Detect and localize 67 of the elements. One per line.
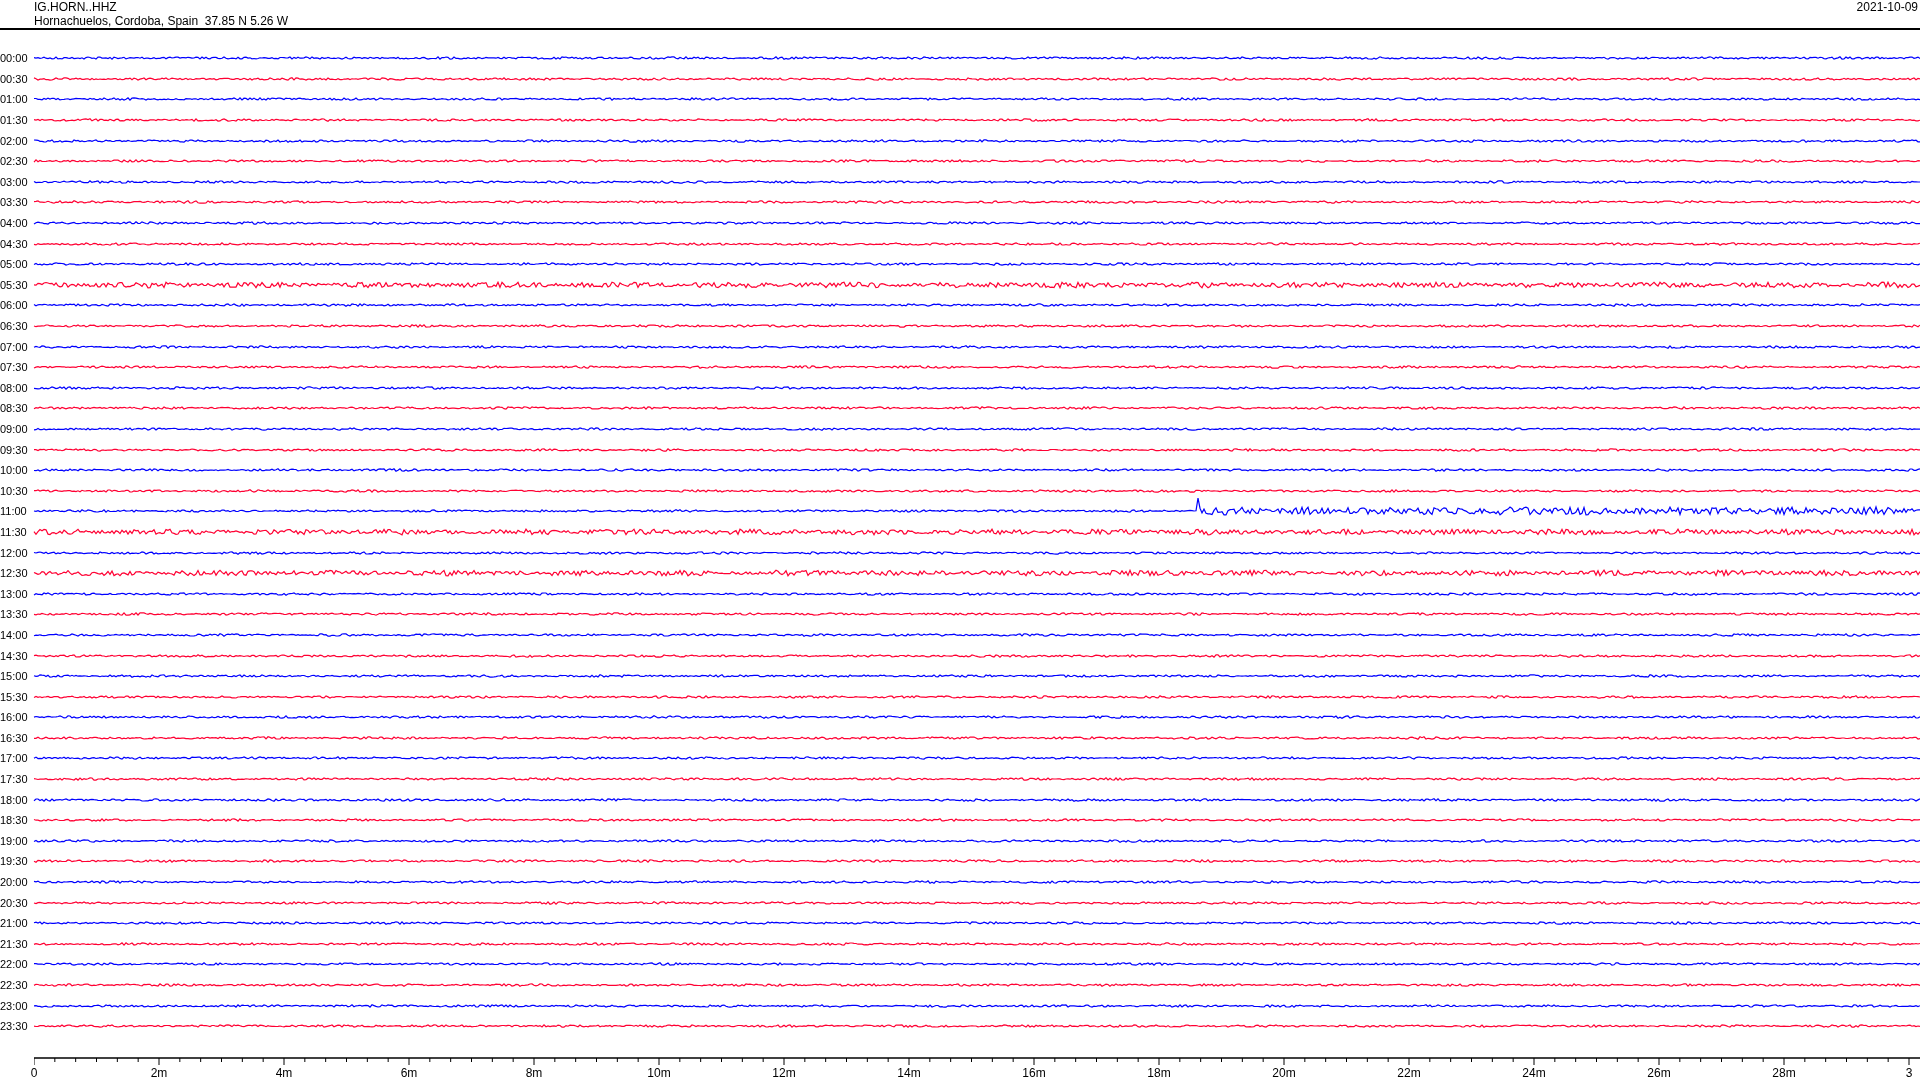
- time-label: 15:30: [0, 690, 29, 703]
- axis-tick-label: 12m: [772, 1065, 796, 1080]
- time-label: 01:30: [0, 114, 29, 127]
- time-label: 20:00: [0, 876, 29, 889]
- time-label: 10:30: [0, 484, 29, 497]
- time-label: 04:30: [0, 237, 29, 250]
- time-label: 23:00: [0, 999, 29, 1012]
- time-label: 07:30: [0, 361, 29, 374]
- axis-tick-label: 2m: [150, 1065, 168, 1080]
- time-label: 11:30: [0, 525, 28, 538]
- axis-tick-label: 10m: [647, 1065, 671, 1080]
- time-label: 22:30: [0, 979, 29, 991]
- time-label: 13:30: [0, 608, 29, 621]
- axis-tick-label: 0: [30, 1065, 38, 1080]
- time-label: 13:00: [0, 587, 29, 600]
- time-label: 01:00: [0, 93, 29, 106]
- time-label: 12:00: [0, 546, 29, 559]
- time-label: 14:00: [0, 628, 29, 641]
- time-label: 11:00: [0, 505, 28, 518]
- time-label: 09:00: [0, 423, 29, 435]
- axis-tick-label: 8m: [525, 1065, 543, 1080]
- station-location: Hornachuelos, Cordoba, Spain 37.85 N 5.26 W: [34, 14, 289, 28]
- time-label: 20:30: [0, 896, 29, 909]
- axis-tick-label: 6m: [400, 1065, 418, 1080]
- axis-tick-label: 4m: [275, 1065, 293, 1080]
- time-label: 08:30: [0, 402, 29, 415]
- time-label: 12:30: [0, 567, 29, 580]
- time-label: 00:30: [0, 72, 29, 85]
- time-label: 03:30: [0, 196, 29, 209]
- time-label: 05:00: [0, 258, 29, 271]
- time-label: 04:00: [0, 217, 29, 230]
- time-label: 08:00: [0, 381, 29, 394]
- time-label: 21:00: [0, 917, 29, 930]
- time-label: 18:30: [0, 814, 29, 827]
- plot-date: 2021-10-09: [1856, 0, 1918, 16]
- axis-tick-label: 16m: [1022, 1065, 1046, 1080]
- time-label: 03:00: [0, 175, 29, 188]
- time-label: 17:30: [0, 773, 29, 786]
- axis-tick-label: 20m: [1272, 1065, 1296, 1080]
- time-label: 06:00: [0, 299, 29, 312]
- time-label: 21:30: [0, 937, 29, 950]
- time-label: 10:00: [0, 464, 29, 477]
- time-label: 05:30: [0, 278, 29, 291]
- axis-tick-label: 22m: [1397, 1065, 1421, 1080]
- time-label: 19:00: [0, 834, 29, 847]
- time-label: 02:30: [0, 155, 29, 168]
- time-label: 16:30: [0, 731, 29, 744]
- station-code: IG.HORN..HHZ: [34, 0, 118, 14]
- time-label: 23:30: [0, 1020, 29, 1033]
- axis-tick-label: 24m: [1522, 1065, 1546, 1080]
- time-label: 17:00: [0, 752, 29, 765]
- time-label: 15:00: [0, 670, 29, 683]
- time-label: 16:00: [0, 711, 29, 724]
- time-label: 22:00: [0, 958, 29, 971]
- axis-tick-label: 28m: [1772, 1065, 1796, 1080]
- time-label: 19:30: [0, 855, 29, 868]
- axis-tick-label: 3: [1905, 1065, 1913, 1080]
- axis-tick-label: 18m: [1147, 1065, 1171, 1080]
- time-label: 02:00: [0, 134, 29, 147]
- time-label: 00:00: [0, 52, 29, 65]
- time-label: 06:30: [0, 320, 29, 332]
- axis-tick-label: 14m: [897, 1065, 921, 1080]
- time-label: 07:00: [0, 340, 29, 353]
- time-label: 09:30: [0, 443, 29, 456]
- axis-tick-label: 26m: [1647, 1065, 1671, 1080]
- time-label: 18:00: [0, 793, 29, 806]
- time-label: 14:30: [0, 649, 29, 662]
